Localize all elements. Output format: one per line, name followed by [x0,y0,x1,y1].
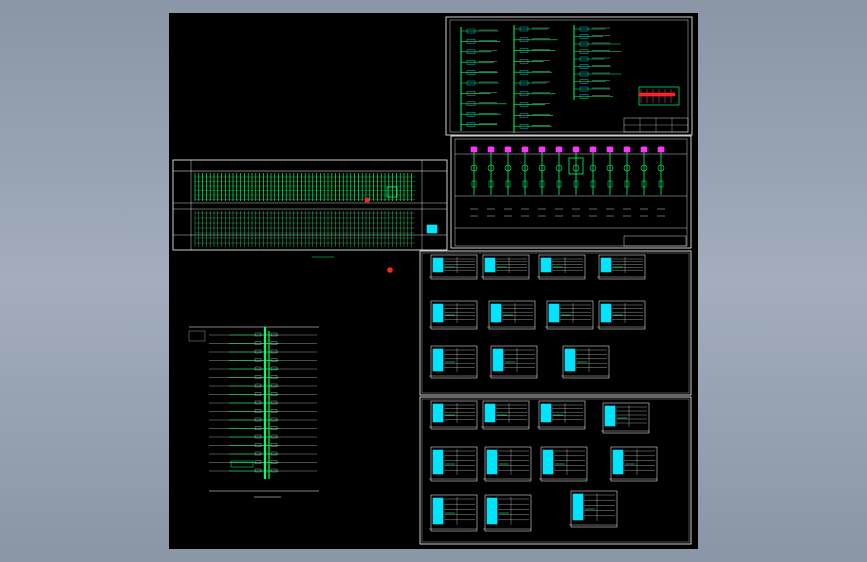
distribution-box [429,345,478,379]
distribution-box [561,345,610,379]
distribution-box [483,494,532,532]
distribution-box [487,300,536,330]
sheet-riser-diagram [188,326,319,498]
sheet-distribution-table [172,159,448,273]
sheet-box-schedule-1 [419,250,692,396]
sheet-panel-elevation [450,135,692,249]
cad-drawing [172,16,693,545]
distribution-box [597,254,646,280]
sheet-box-schedule-2 [419,396,692,545]
distribution-box [429,400,478,430]
distribution-box [481,400,530,430]
cad-drawing-canvas[interactable] [169,13,698,549]
distribution-box [489,345,538,379]
sheet-system-schematic [445,16,693,136]
distribution-box [601,402,650,434]
distribution-box [545,300,594,330]
distribution-box [597,300,646,330]
distribution-box [537,254,586,280]
distribution-box [481,254,530,280]
distribution-box [539,446,588,482]
distribution-box [429,494,478,532]
distribution-box [537,400,586,430]
distribution-box [429,300,478,330]
distribution-box [483,446,532,482]
distribution-box [429,254,478,280]
distribution-box [429,446,478,482]
distribution-box [609,446,658,482]
distribution-box [569,490,618,528]
